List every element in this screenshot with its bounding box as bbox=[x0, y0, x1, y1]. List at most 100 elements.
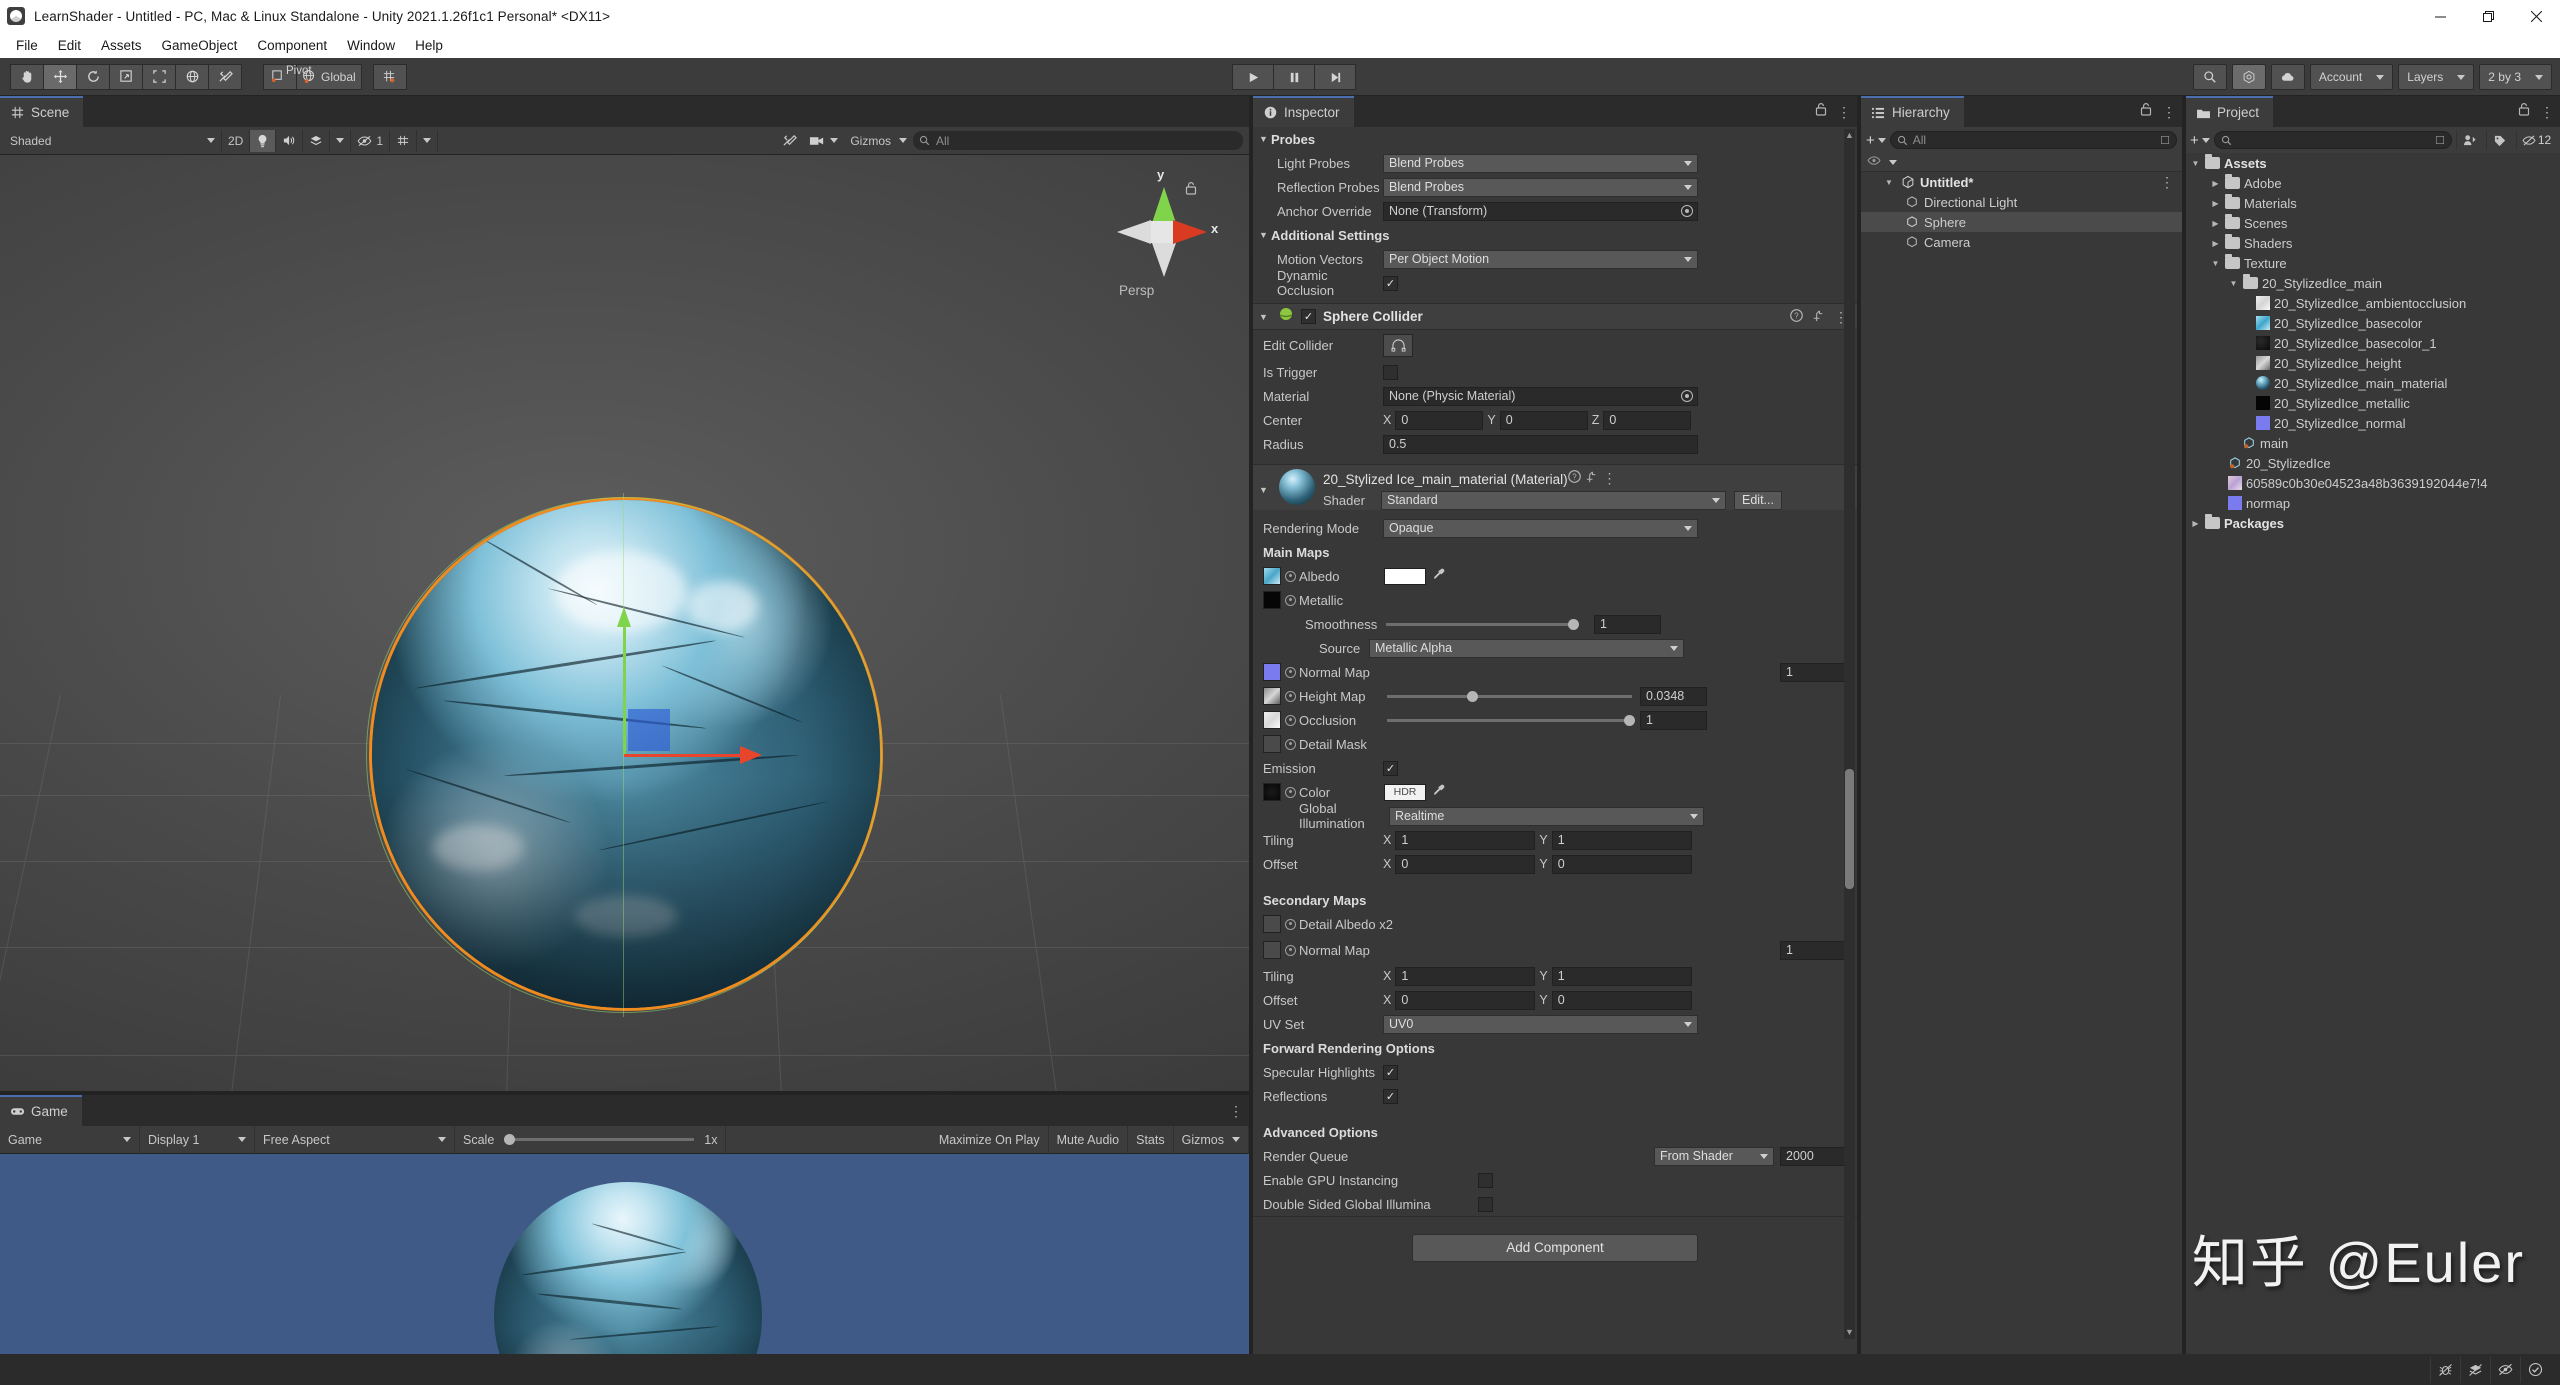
twisty-icon[interactable]: ▼ bbox=[2210, 259, 2221, 268]
tiling2-y-field[interactable]: 1 bbox=[1551, 966, 1692, 986]
layers-dropdown[interactable]: Layers bbox=[2398, 64, 2475, 90]
occlusion-property-dot[interactable] bbox=[1285, 714, 1296, 726]
gizmos-dropdown[interactable]: Gizmos bbox=[844, 130, 913, 152]
emission-color-property-dot[interactable] bbox=[1285, 786, 1296, 798]
offset2-y-field[interactable]: 0 bbox=[1551, 990, 1692, 1010]
tiling-y-field[interactable]: 1 bbox=[1551, 830, 1692, 850]
normal-map-texture-thumbnail[interactable] bbox=[1263, 663, 1281, 681]
asset-row-adobe[interactable]: ▶ Adobe bbox=[2186, 173, 2560, 193]
axis-negy-cone[interactable] bbox=[1152, 243, 1176, 277]
scene-orientation-gizmo[interactable]: y x Persp bbox=[1099, 165, 1219, 298]
scale-slider-knob[interactable] bbox=[504, 1134, 516, 1145]
axis-center-cube[interactable] bbox=[1151, 221, 1173, 243]
asset-row-packages[interactable]: ▶ Packages bbox=[2186, 513, 2560, 533]
collider-material-objectfield[interactable]: None (Physic Material) bbox=[1383, 386, 1698, 406]
search-by-type-icon[interactable] bbox=[2456, 130, 2482, 150]
collab-icon[interactable] bbox=[2231, 64, 2266, 90]
axis-negx-cone[interactable] bbox=[1117, 220, 1151, 244]
splitter-inspector-hierarchy[interactable] bbox=[1857, 96, 1861, 1385]
tab-hierarchy[interactable]: Hierarchy bbox=[1861, 96, 1964, 127]
foldout-icon[interactable]: ▼ bbox=[1259, 312, 1271, 322]
game-gizmos-dropdown[interactable]: Gizmos bbox=[1174, 1125, 1249, 1154]
kebab-icon[interactable]: ⋮ bbox=[2162, 105, 2176, 119]
tab-inspector[interactable]: Inspector bbox=[1253, 96, 1354, 127]
scene-camera-icon[interactable] bbox=[803, 130, 844, 152]
tab-project[interactable]: Project bbox=[2186, 96, 2274, 127]
display-target-dropdown[interactable]: Game bbox=[0, 1125, 140, 1154]
step-icon[interactable] bbox=[1314, 64, 1356, 90]
emission-color-swatch[interactable]: HDR bbox=[1384, 783, 1426, 801]
occlusion-value-field[interactable]: 1 bbox=[1640, 710, 1707, 730]
motion-vectors-dropdown[interactable]: Per Object Motion bbox=[1383, 249, 1698, 269]
aspect-dropdown[interactable]: Free Aspect bbox=[255, 1125, 455, 1154]
effects-icon[interactable] bbox=[303, 129, 331, 152]
asset-row-texture[interactable]: ▼ Texture bbox=[2186, 253, 2560, 273]
preset-icon[interactable] bbox=[1585, 470, 1602, 487]
tab-game[interactable]: Game bbox=[0, 1095, 82, 1126]
draw-mode-dropdown[interactable]: Shaded bbox=[4, 129, 222, 152]
twisty-icon[interactable]: ▼ bbox=[2190, 159, 2201, 168]
rendering-mode-dropdown[interactable]: Opaque bbox=[1383, 518, 1698, 538]
asset-row-normap[interactable]: normap bbox=[2186, 493, 2560, 513]
perspective-label[interactable]: Persp bbox=[1119, 283, 1154, 298]
axis-y-cone[interactable] bbox=[1152, 187, 1176, 223]
detail-mask-texture-thumbnail[interactable] bbox=[1263, 735, 1281, 753]
albedo-color-swatch[interactable] bbox=[1384, 567, 1426, 585]
twisty-icon[interactable]: ▼ bbox=[2228, 279, 2239, 288]
transform-tool-icon[interactable] bbox=[175, 63, 209, 90]
pivot-toggle[interactable]: Pivot bbox=[263, 63, 312, 90]
display-dropdown[interactable]: Display 1 bbox=[140, 1125, 255, 1154]
occlusion-slider-knob[interactable] bbox=[1624, 714, 1635, 726]
specular-highlights-checkbox[interactable]: ✓ bbox=[1383, 1064, 1398, 1080]
hierarchy-row-directional-light[interactable]: Directional Light bbox=[1861, 192, 2182, 212]
rect-tool-icon[interactable] bbox=[142, 63, 176, 90]
menu-assets[interactable]: Assets bbox=[91, 35, 152, 56]
smoothness-slider[interactable] bbox=[1386, 618, 1579, 630]
asset-row-basecolor[interactable]: 20_StylizedIce_basecolor bbox=[2186, 313, 2560, 333]
shader-edit-button[interactable]: Edit... bbox=[1734, 490, 1782, 510]
splitter-scene-game[interactable] bbox=[0, 1091, 1249, 1095]
search-mode-icon[interactable]: ☐ bbox=[2160, 134, 2170, 147]
scene-tools-icon[interactable] bbox=[776, 130, 803, 152]
menu-gameobject[interactable]: GameObject bbox=[152, 35, 248, 56]
anchor-override-objectfield[interactable]: None (Transform) bbox=[1383, 201, 1698, 221]
height-map-texture-thumbnail[interactable] bbox=[1263, 687, 1281, 705]
center-y-field[interactable]: 0 bbox=[1499, 410, 1588, 430]
mute-audio-toggle[interactable]: Mute Audio bbox=[1049, 1125, 1129, 1154]
asset-row-height[interactable]: 20_StylizedIce_height bbox=[2186, 353, 2560, 373]
occlusion-texture-thumbnail[interactable] bbox=[1263, 711, 1281, 729]
tab-scene[interactable]: Scene bbox=[0, 96, 84, 127]
minimize-icon[interactable] bbox=[2416, 0, 2464, 32]
visibility-column-icon[interactable] bbox=[1867, 155, 1881, 169]
gizmo-x-arrow[interactable] bbox=[740, 746, 762, 764]
reflections-checkbox[interactable]: ✓ bbox=[1383, 1088, 1398, 1104]
scene-visibility-toggle[interactable]: 1 bbox=[351, 129, 391, 152]
occlusion-slider[interactable] bbox=[1387, 714, 1635, 726]
hierarchy-row-scene[interactable]: ▼ Untitled* ⋮ bbox=[1861, 172, 2182, 192]
collider-enabled-checkbox[interactable]: ✓ bbox=[1301, 309, 1316, 324]
normal-map-property-dot[interactable] bbox=[1285, 666, 1296, 678]
scrollbar-thumb[interactable] bbox=[1845, 769, 1854, 889]
offset2-x-field[interactable]: 0 bbox=[1395, 990, 1536, 1010]
move-tool-icon[interactable] bbox=[43, 63, 77, 90]
uv-set-dropdown[interactable]: UV0 bbox=[1383, 1014, 1698, 1034]
move-gizmo[interactable] bbox=[366, 493, 882, 1017]
twisty-icon[interactable]: ▼ bbox=[1885, 178, 1896, 187]
create-gameobject-button[interactable]: + bbox=[1866, 132, 1886, 149]
edit-collider-button[interactable] bbox=[1383, 333, 1413, 357]
shader-dropdown[interactable]: Standard bbox=[1381, 490, 1726, 510]
asset-row-stylizedice-main[interactable]: ▼ 20_StylizedIce_main bbox=[2186, 273, 2560, 293]
height-map-value-field[interactable]: 0.0348 bbox=[1640, 686, 1707, 706]
hidden-assets-badge[interactable]: 12 bbox=[2516, 130, 2556, 150]
twisty-icon[interactable]: ▶ bbox=[2210, 239, 2221, 248]
splitter-scene-inspector[interactable] bbox=[1249, 96, 1253, 1385]
menu-help[interactable]: Help bbox=[405, 35, 453, 56]
asset-row-main-prefab[interactable]: main bbox=[2186, 433, 2560, 453]
double-sided-gi-checkbox[interactable] bbox=[1478, 1196, 1493, 1212]
kebab-icon[interactable]: ⋮ bbox=[1229, 1104, 1243, 1118]
scale-tool-icon[interactable] bbox=[109, 63, 143, 90]
rotate-tool-icon[interactable] bbox=[76, 63, 110, 90]
metallic-property-dot[interactable] bbox=[1285, 594, 1296, 606]
maximize-on-play-toggle[interactable]: Maximize On Play bbox=[931, 1125, 1049, 1154]
lighting-icon[interactable] bbox=[250, 129, 277, 152]
